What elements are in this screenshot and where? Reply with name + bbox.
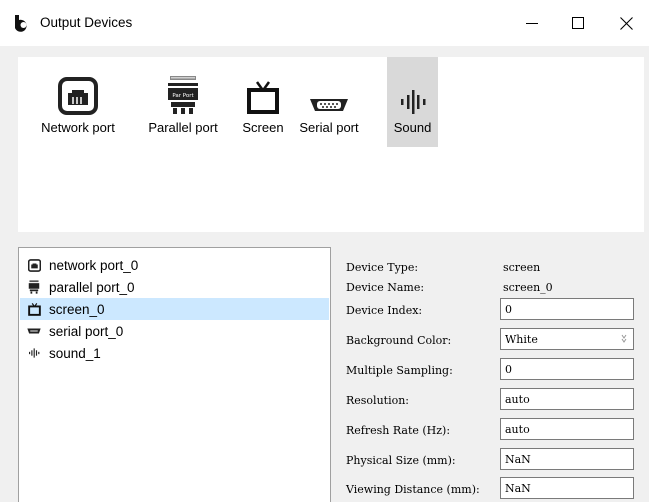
refresh-rate-input[interactable]: auto (500, 418, 634, 440)
device-type-parallel-port[interactable]: Par Port Parallel port (139, 57, 227, 147)
background-color-select[interactable]: White (500, 328, 634, 350)
network-port-icon (27, 258, 41, 272)
sound-icon (29, 348, 40, 358)
maximize-icon (572, 17, 584, 29)
device-type-panel: Network port Par Port Parallel port Scre… (18, 57, 644, 232)
dropdown-arrow-icon[interactable] (621, 334, 627, 344)
list-item-sound-1[interactable]: sound_1 (20, 342, 329, 364)
physical-size-input[interactable]: NaN (500, 448, 634, 470)
background-color-label: Background Color: (346, 334, 452, 347)
list-item-serial-port-0[interactable]: serial port_0 (20, 320, 329, 342)
maximize-button[interactable] (555, 0, 601, 46)
app-logo-icon (15, 15, 27, 32)
device-index-label: Device Index: (346, 304, 423, 317)
device-name-label: Device Name: (346, 281, 425, 294)
parallel-port-icon: Par Port (168, 76, 198, 114)
list-item-screen-0[interactable]: screen_0 (20, 298, 329, 320)
device-index-input[interactable]: 0 (500, 298, 634, 320)
multiple-sampling-label: Multiple Sampling: (346, 364, 453, 377)
minimize-button[interactable] (509, 0, 555, 46)
window-title: Output Devices (40, 15, 133, 30)
device-name-value: screen_0 (503, 281, 553, 294)
serial-port-icon (27, 328, 41, 334)
minimize-icon (526, 23, 538, 24)
device-type-serial-port[interactable]: Serial port (289, 57, 369, 147)
sound-icon (400, 90, 425, 114)
device-type-value: screen (503, 261, 541, 274)
device-type-label: Device Type: (346, 261, 419, 274)
refresh-rate-label: Refresh Rate (Hz): (346, 424, 451, 437)
resolution-label: Resolution: (346, 394, 410, 407)
device-type-sound[interactable]: Sound (387, 57, 438, 147)
viewing-distance-input[interactable]: NaN (500, 477, 634, 499)
list-item-network-port-0[interactable]: network port_0 (20, 254, 329, 276)
serial-port-icon (310, 99, 348, 111)
device-type-network-port[interactable]: Network port (31, 57, 125, 147)
physical-size-label: Physical Size (mm): (346, 454, 456, 467)
screen-icon (247, 81, 279, 114)
parallel-port-icon (28, 280, 40, 294)
resolution-input[interactable]: auto (500, 388, 634, 410)
svg-text:Par Port: Par Port (172, 93, 194, 99)
screen-icon (27, 302, 41, 316)
title-bar: Output Devices (0, 0, 649, 46)
viewing-distance-label: Viewing Distance (mm): (346, 483, 480, 496)
device-type-screen[interactable]: Screen (238, 57, 288, 147)
close-icon (619, 16, 633, 30)
multiple-sampling-input[interactable]: 0 (500, 358, 634, 380)
close-button[interactable] (603, 0, 649, 46)
list-item-parallel-port-0[interactable]: parallel port_0 (20, 276, 329, 298)
background-color-value: White (505, 332, 538, 346)
device-list: network port_0 parallel port_0 screen_0 (18, 247, 331, 502)
network-port-icon (58, 77, 98, 115)
